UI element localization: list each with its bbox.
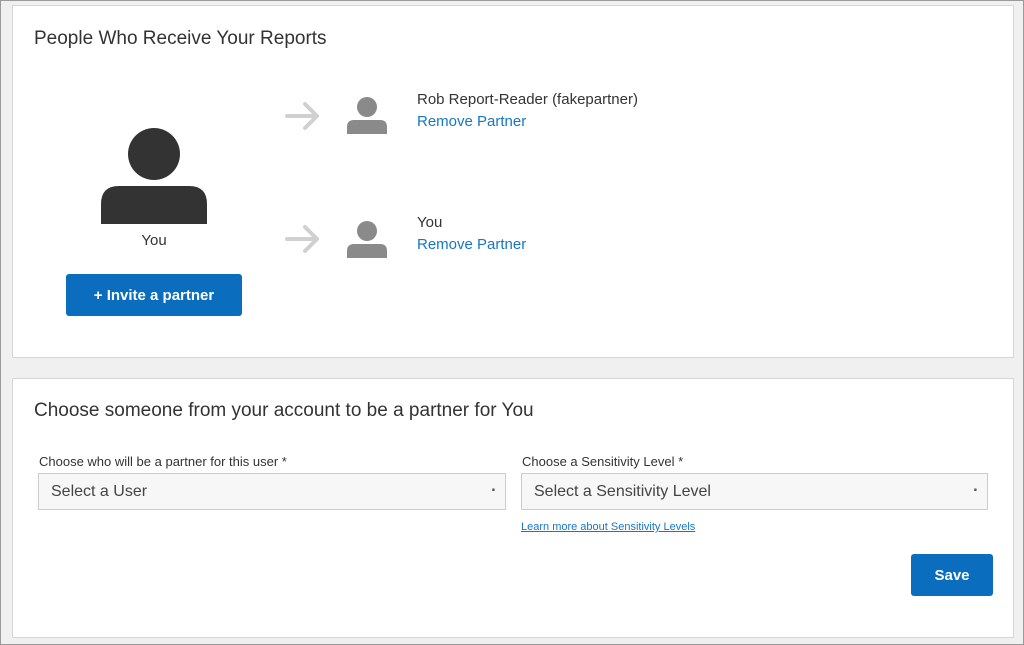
invite-partner-button[interactable]: + Invite a partner bbox=[66, 274, 242, 316]
dropdown-caret-icon: ⬝ bbox=[973, 482, 977, 496]
partner-name: Rob Report-Reader (fakepartner) bbox=[417, 91, 638, 108]
sensitivity-select[interactable]: Select a Sensitivity Level ⬝ bbox=[521, 473, 988, 510]
save-button[interactable]: Save bbox=[911, 554, 993, 596]
reports-panel-title: People Who Receive Your Reports bbox=[34, 28, 327, 49]
remove-partner-link[interactable]: Remove Partner bbox=[417, 113, 526, 130]
window-frame: People Who Receive Your Reports You + In… bbox=[0, 0, 1024, 645]
choose-partner-title: Choose someone from your account to be a… bbox=[34, 400, 534, 421]
user-select-label: Choose who will be a partner for this us… bbox=[39, 454, 287, 469]
user-icon bbox=[101, 128, 207, 224]
choose-partner-panel: Choose someone from your account to be a… bbox=[12, 378, 1014, 638]
sensitivity-select-label: Choose a Sensitivity Level * bbox=[522, 454, 684, 469]
user-icon bbox=[347, 97, 387, 134]
learn-more-sensitivity-link[interactable]: Learn more about Sensitivity Levels bbox=[521, 521, 695, 533]
user-select-value: Select a User bbox=[51, 483, 148, 500]
reports-panel: People Who Receive Your Reports You + In… bbox=[12, 5, 1014, 358]
user-icon bbox=[347, 221, 387, 258]
sensitivity-select-value: Select a Sensitivity Level bbox=[534, 483, 711, 500]
self-label: You bbox=[141, 232, 167, 249]
remove-partner-link[interactable]: Remove Partner bbox=[417, 236, 526, 253]
partner-name: You bbox=[417, 214, 443, 231]
dropdown-caret-icon: ⬝ bbox=[491, 482, 495, 496]
arrow-right-icon bbox=[285, 225, 319, 253]
arrow-right-icon bbox=[285, 102, 319, 130]
user-select[interactable]: Select a User ⬝ bbox=[38, 473, 506, 510]
